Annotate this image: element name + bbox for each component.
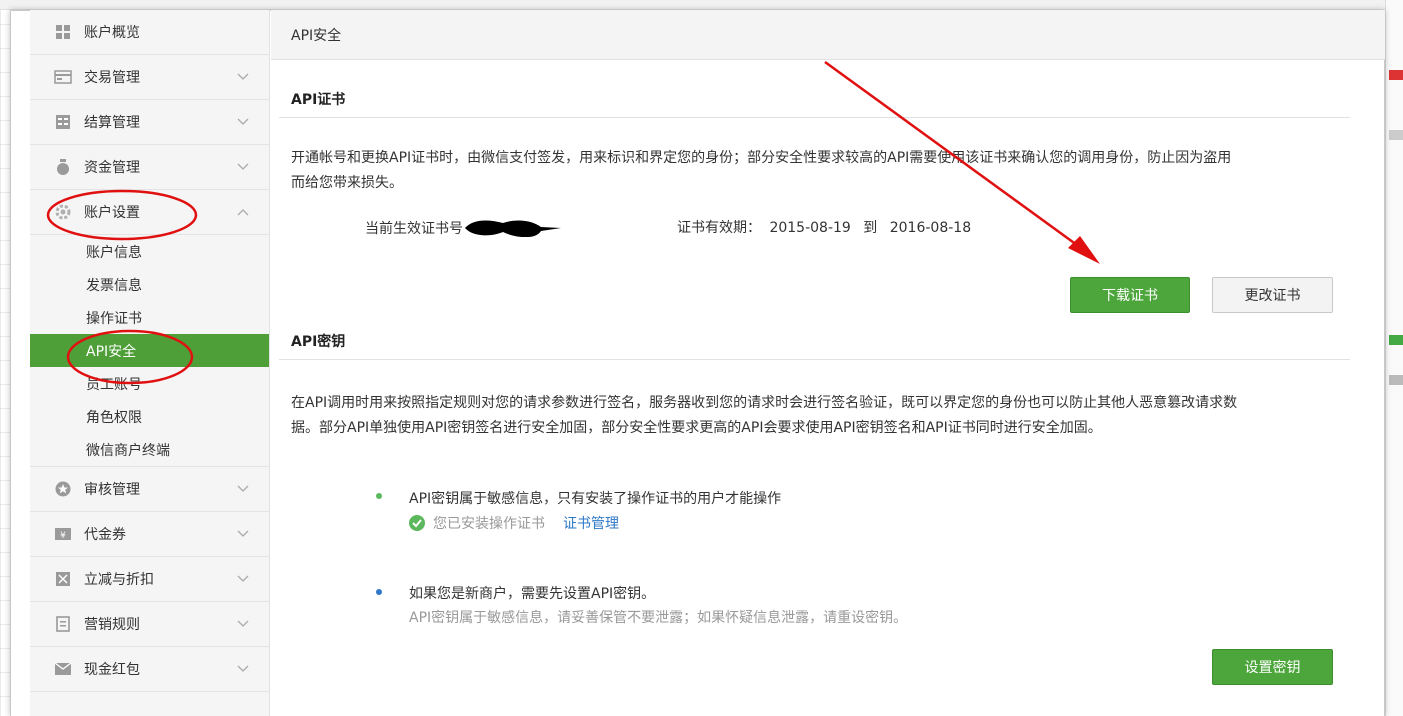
sidebar-subitem-staff-accounts[interactable]: 员工账号 — [30, 367, 269, 400]
sidebar-subitem-operation-cert[interactable]: 操作证书 — [30, 301, 269, 334]
sidebar-item-transactions[interactable]: 交易管理 — [30, 55, 269, 100]
star-circle-icon — [54, 480, 72, 498]
check-circle-icon — [409, 515, 425, 531]
bullet2-note: API密钥属于敏感信息，请妥善保管不要泄露；如果怀疑信息泄露，请重设密钥。 — [409, 610, 908, 626]
change-cert-button[interactable]: 更改证书 — [1212, 277, 1333, 313]
bullet-dot-green — [376, 493, 382, 499]
sidebar-item-label: 结算管理 — [84, 115, 140, 131]
sidebar-item-label: 交易管理 — [84, 70, 140, 86]
background-marker — [1389, 70, 1403, 80]
cert-description-line: 而给您带来损失。 — [291, 175, 403, 191]
sidebar-item-marketing-rules[interactable]: 营销规则 — [30, 602, 269, 647]
sidebar-item-discounts[interactable]: 立减与折扣 — [30, 557, 269, 602]
chevron-down-icon — [237, 571, 249, 587]
sidebar-item-label: 代金券 — [84, 527, 126, 543]
sidebar-subitem-role-permissions[interactable]: 角色权限 — [30, 400, 269, 433]
background-page-edge — [1385, 0, 1403, 716]
bullet2-title: 如果您是新商户，需要先设置API密钥。 — [409, 586, 656, 602]
coupon-icon: ¥ — [54, 525, 72, 543]
sidebar-item-label: 审核管理 — [84, 482, 140, 498]
background-marker — [1389, 130, 1403, 140]
redacted-cert-number — [463, 215, 563, 241]
sidebar-item-label: 现金红包 — [84, 662, 140, 678]
sidebar-item-label: 资金管理 — [84, 160, 140, 176]
valid-to-word: 到 — [863, 220, 878, 236]
page-title: API安全 — [271, 10, 1385, 60]
sidebar-subitem-invoice-info[interactable]: 发票信息 — [30, 268, 269, 301]
current-cert-row: 当前生效证书号 — [365, 217, 563, 239]
cert-section-heading: API证书 — [279, 80, 1350, 118]
sidebar-item-label: 账户设置 — [84, 205, 140, 221]
red-envelope-icon — [54, 660, 72, 678]
discount-icon — [54, 570, 72, 588]
set-key-button[interactable]: 设置密钥 — [1212, 649, 1333, 685]
chevron-up-icon — [237, 204, 249, 220]
chevron-down-icon — [237, 69, 249, 85]
key-description: 在API调用时用来按照指定规则对您的请求参数进行签名，服务器收到您的请求时会进行… — [291, 391, 1361, 441]
key-description-line: 在API调用时用来按照指定规则对您的请求参数进行签名，服务器收到您的请求时会进行… — [291, 395, 1238, 411]
sidebar-item-account-settings[interactable]: 账户设置 — [30, 190, 269, 235]
sidebar-subitem-account-info[interactable]: 账户信息 — [30, 235, 269, 268]
chevron-down-icon — [237, 616, 249, 632]
cert-description: 开通帐号和更换API证书时，由微信支付签发，用来标识和界定您的身份；部分安全性要… — [291, 146, 1361, 196]
download-cert-button[interactable]: 下载证书 — [1070, 277, 1190, 313]
gear-icon — [54, 203, 72, 221]
key-description-line: 据。部分API单独使用API密钥签名进行安全加固，部分安全性要求更高的API会要… — [291, 420, 1102, 436]
chevron-down-icon — [237, 481, 249, 497]
sidebar-item-review[interactable]: 审核管理 — [30, 467, 269, 512]
sidebar-nav: 账户概览 交易管理 结算管理 资金管理 账户设置 账户信息 发票信息 操作证书 … — [30, 10, 270, 716]
sidebar-item-account-overview[interactable]: 账户概览 — [30, 10, 269, 55]
sidebar-item-cash-red-envelope[interactable]: 现金红包 — [30, 647, 269, 692]
current-cert-label: 当前生效证书号 — [365, 221, 463, 237]
validity-label: 证书有效期： — [677, 220, 761, 236]
background-marker — [1389, 335, 1403, 345]
sidebar-item-settlement[interactable]: 结算管理 — [30, 100, 269, 145]
valid-from-date: 2015-08-19 — [769, 220, 851, 236]
valid-to-date: 2016-08-18 — [889, 220, 972, 236]
key-section-heading: API密钥 — [279, 322, 1350, 360]
chevron-down-icon — [237, 661, 249, 677]
ledger-icon — [54, 113, 72, 131]
chevron-down-icon — [237, 159, 249, 175]
sidebar-subitem-merchant-terminal[interactable]: 微信商户终端 — [30, 433, 269, 466]
sidebar-item-coupons[interactable]: ¥ 代金券 — [30, 512, 269, 557]
sidebar-item-label: 账户概览 — [84, 25, 140, 41]
chevron-down-icon — [237, 114, 249, 130]
sidebar-subitem-api-security[interactable]: API安全 — [30, 334, 269, 367]
bullet1-status-row: 您已安装操作证书 证书管理 — [409, 513, 619, 533]
cert-description-line: 开通帐号和更换API证书时，由微信支付签发，用来标识和界定您的身份；部分安全性要… — [291, 150, 1232, 166]
cert-management-link[interactable]: 证书管理 — [563, 513, 619, 533]
cert-validity-row: 证书有效期： 2015-08-19 到 2016-08-18 — [677, 217, 971, 237]
cert-installed-status: 您已安装操作证书 — [433, 516, 545, 532]
svg-text:¥: ¥ — [60, 531, 66, 541]
background-page-strip — [0, 0, 1403, 10]
card-icon — [54, 68, 72, 86]
main-content: API安全 API证书 开通帐号和更换API证书时，由微信支付签发，用来标识和界… — [271, 10, 1385, 716]
chevron-down-icon — [237, 526, 249, 542]
bullet-dot-blue — [376, 589, 382, 595]
sidebar-item-funds[interactable]: 资金管理 — [30, 145, 269, 190]
background-marker — [1389, 375, 1403, 385]
sidebar-item-label: 营销规则 — [84, 617, 140, 633]
sidebar-item-label: 立减与折扣 — [84, 572, 154, 588]
bullet1-title: API密钥属于敏感信息，只有安装了操作证书的用户才能操作 — [409, 491, 782, 507]
document-icon — [54, 615, 72, 633]
account-settings-submenu: 账户信息 发票信息 操作证书 API安全 员工账号 角色权限 微信商户终端 — [30, 235, 269, 467]
grid-icon — [54, 23, 72, 41]
money-bag-icon — [54, 158, 72, 176]
